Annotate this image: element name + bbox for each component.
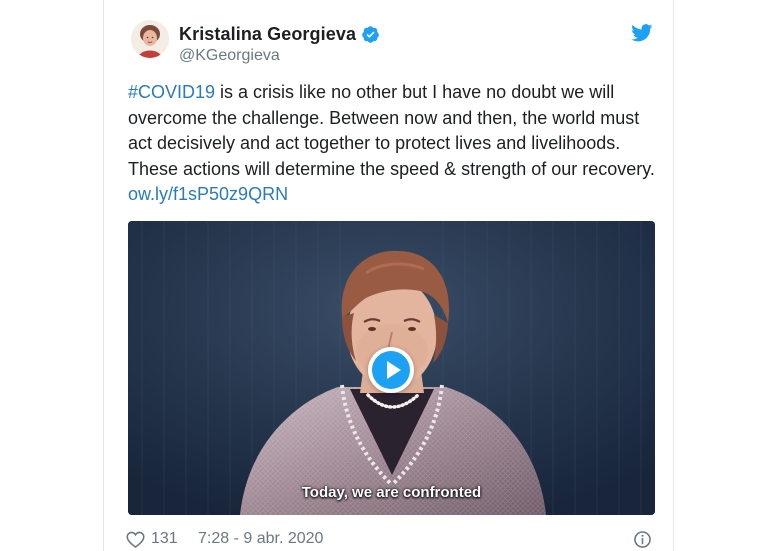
embedded-tweet-card: Kristalina Georgieva @KGeorgieva #COVID1… — [103, 0, 674, 551]
avatar[interactable] — [131, 20, 169, 58]
tweet-url-link[interactable]: ow.ly/f1sP50z9QRN — [128, 184, 288, 204]
hashtag-link[interactable]: #COVID19 — [128, 82, 215, 102]
avatar-portrait — [131, 20, 169, 58]
video-caption: Today, we are confronted — [301, 484, 482, 501]
tweet-text: #COVID19 is a crisis like no other but I… — [128, 80, 668, 208]
verified-badge-icon — [362, 26, 379, 43]
play-triangle — [387, 361, 401, 379]
like-count: 131 — [151, 530, 178, 547]
info-icon[interactable] — [633, 530, 652, 549]
twitter-bird-icon[interactable] — [631, 24, 653, 42]
play-button[interactable] — [368, 347, 414, 393]
heart-icon[interactable] — [126, 531, 145, 548]
author-handle[interactable]: @KGeorgieva — [179, 47, 280, 65]
play-icon — [372, 351, 410, 389]
tweet-timestamp[interactable]: 7:28 - 9 abr. 2020 — [198, 530, 323, 548]
tweet-footer: 131 7:28 - 9 abr. 2020 — [126, 530, 653, 550]
video-player[interactable]: Today, we are confronted — [128, 221, 655, 515]
author-name[interactable]: Kristalina Georgieva — [179, 24, 356, 45]
